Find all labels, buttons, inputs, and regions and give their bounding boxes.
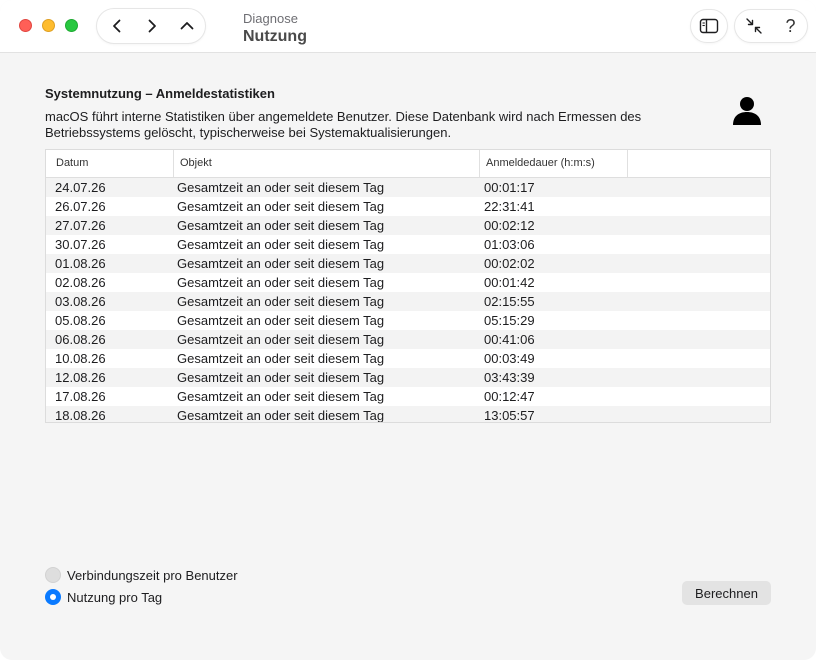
cell-object: Gesamtzeit an oder seit diesem Tag bbox=[177, 408, 385, 423]
maximize-window-button[interactable] bbox=[65, 19, 78, 32]
table-row[interactable]: 18.08.26 Gesamtzeit an oder seit diesem T… bbox=[46, 406, 770, 423]
collapse-button[interactable] bbox=[735, 10, 772, 42]
cell-duration: 00:41:06 bbox=[484, 332, 535, 347]
column-header-object[interactable]: Objekt bbox=[174, 150, 480, 177]
cell-date: 27.07.26 bbox=[55, 218, 106, 233]
cell-object: Gesamtzeit an oder seit diesem Tag bbox=[177, 237, 385, 252]
cell-date: 03.08.26 bbox=[55, 294, 106, 309]
cell-date: 02.08.26 bbox=[55, 275, 106, 290]
cell-date: 26.07.26 bbox=[55, 199, 106, 214]
cell-date: 30.07.26 bbox=[55, 237, 106, 252]
option-per-user[interactable]: Verbindungszeit pro Benutzer bbox=[45, 566, 238, 584]
table-row[interactable]: 10.08.26 Gesamtzeit an oder seit diesem T… bbox=[46, 349, 770, 368]
cell-date: 12.08.26 bbox=[55, 370, 106, 385]
cell-object: Gesamtzeit an oder seit diesem Tag bbox=[177, 370, 385, 385]
calculate-button[interactable]: Berechnen bbox=[682, 581, 771, 605]
cell-duration: 05:15:29 bbox=[484, 313, 535, 328]
cell-duration: 00:01:17 bbox=[484, 180, 535, 195]
cell-object: Gesamtzeit an oder seit diesem Tag bbox=[177, 294, 385, 309]
cell-date: 01.08.26 bbox=[55, 256, 106, 271]
cell-object: Gesamtzeit an oder seit diesem Tag bbox=[177, 351, 385, 366]
up-button[interactable] bbox=[169, 9, 205, 43]
table-row[interactable]: 17.08.26 Gesamtzeit an oder seit diesem T… bbox=[46, 387, 770, 406]
cell-duration: 02:15:55 bbox=[484, 294, 535, 309]
cell-duration: 00:02:02 bbox=[484, 256, 535, 271]
table-row[interactable]: 01.08.26 Gesamtzeit an oder seit diesem T… bbox=[46, 254, 770, 273]
column-header-date[interactable]: Datum bbox=[46, 150, 174, 177]
table-header: Datum Objekt Anmeldedauer (h:m:s) bbox=[46, 150, 770, 178]
navigation-group bbox=[96, 8, 206, 44]
cell-duration: 03:43:39 bbox=[484, 370, 535, 385]
app-window: Diagnose Nutzung ? Systemnutzung – Anmel… bbox=[0, 0, 816, 660]
toggle-sidebar-button[interactable] bbox=[690, 9, 728, 43]
cell-date: 24.07.26 bbox=[55, 180, 106, 195]
user-icon bbox=[733, 97, 761, 125]
toolbar-button-group: ? bbox=[734, 9, 808, 43]
cell-duration: 00:03:49 bbox=[484, 351, 535, 366]
cell-date: 10.08.26 bbox=[55, 351, 106, 366]
cell-object: Gesamtzeit an oder seit diesem Tag bbox=[177, 218, 385, 233]
cell-duration: 00:12:47 bbox=[484, 389, 535, 404]
cell-duration: 01:03:06 bbox=[484, 237, 535, 252]
table-body: 24.07.26 Gesamtzeit an oder seit diesem T… bbox=[46, 178, 770, 423]
back-button[interactable] bbox=[99, 9, 135, 43]
table-row[interactable]: 03.08.26 Gesamtzeit an oder seit diesem T… bbox=[46, 292, 770, 311]
cell-object: Gesamtzeit an oder seit diesem Tag bbox=[177, 332, 385, 347]
cell-object: Gesamtzeit an oder seit diesem Tag bbox=[177, 256, 385, 271]
statistics-table[interactable]: Datum Objekt Anmeldedauer (h:m:s) 24.07.… bbox=[45, 149, 771, 423]
minimize-window-button[interactable] bbox=[42, 19, 55, 32]
help-button[interactable]: ? bbox=[772, 10, 809, 42]
table-row[interactable]: 26.07.26 Gesamtzeit an oder seit diesem T… bbox=[46, 197, 770, 216]
cell-duration: 13:05:57 bbox=[484, 408, 535, 423]
table-row[interactable]: 27.07.26 Gesamtzeit an oder seit diesem T… bbox=[46, 216, 770, 235]
chevron-left-icon bbox=[113, 19, 121, 33]
chevron-right-icon bbox=[148, 19, 156, 33]
cell-duration: 00:02:12 bbox=[484, 218, 535, 233]
option-per-day[interactable]: Nutzung pro Tag bbox=[45, 588, 162, 606]
section-title: Systemnutzung – Anmeldestatistiken bbox=[45, 86, 275, 101]
window-title: Nutzung bbox=[243, 28, 307, 45]
cell-object: Gesamtzeit an oder seit diesem Tag bbox=[177, 313, 385, 328]
table-row[interactable]: 24.07.26 Gesamtzeit an oder seit diesem T… bbox=[46, 178, 770, 197]
sidebar-icon bbox=[699, 18, 719, 34]
table-row[interactable]: 02.08.26 Gesamtzeit an oder seit diesem T… bbox=[46, 273, 770, 292]
table-row[interactable]: 12.08.26 Gesamtzeit an oder seit diesem T… bbox=[46, 368, 770, 387]
title-bar: Diagnose Nutzung ? bbox=[0, 0, 816, 53]
cell-object: Gesamtzeit an oder seit diesem Tag bbox=[177, 199, 385, 214]
description-text: macOS führt interne Statistiken über ang… bbox=[45, 109, 642, 140]
table-row[interactable]: 05.08.26 Gesamtzeit an oder seit diesem T… bbox=[46, 311, 770, 330]
cell-date: 17.08.26 bbox=[55, 389, 106, 404]
table-row[interactable]: 06.08.26 Gesamtzeit an oder seit diesem T… bbox=[46, 330, 770, 349]
cell-object: Gesamtzeit an oder seit diesem Tag bbox=[177, 180, 385, 195]
cell-object: Gesamtzeit an oder seit diesem Tag bbox=[177, 275, 385, 290]
collapse-arrows-icon bbox=[745, 18, 762, 34]
cell-date: 06.08.26 bbox=[55, 332, 106, 347]
cell-date: 05.08.26 bbox=[55, 313, 106, 328]
cell-duration: 22:31:41 bbox=[484, 199, 535, 214]
radio-per-user[interactable] bbox=[45, 567, 61, 583]
cell-duration: 00:01:42 bbox=[484, 275, 535, 290]
close-window-button[interactable] bbox=[19, 19, 32, 32]
radio-per-day[interactable] bbox=[45, 589, 61, 605]
cell-date: 18.08.26 bbox=[55, 408, 106, 423]
forward-button[interactable] bbox=[134, 9, 170, 43]
option-per-user-label: Verbindungszeit pro Benutzer bbox=[67, 567, 238, 583]
column-header-duration[interactable]: Anmeldedauer (h:m:s) bbox=[480, 150, 628, 177]
chevron-up-icon bbox=[180, 22, 194, 30]
cell-object: Gesamtzeit an oder seit diesem Tag bbox=[177, 389, 385, 404]
window-subtitle: Diagnose bbox=[243, 11, 298, 26]
option-per-day-label: Nutzung pro Tag bbox=[67, 589, 163, 605]
table-row[interactable]: 30.07.26 Gesamtzeit an oder seit diesem T… bbox=[46, 235, 770, 254]
help-icon: ? bbox=[785, 15, 796, 36]
